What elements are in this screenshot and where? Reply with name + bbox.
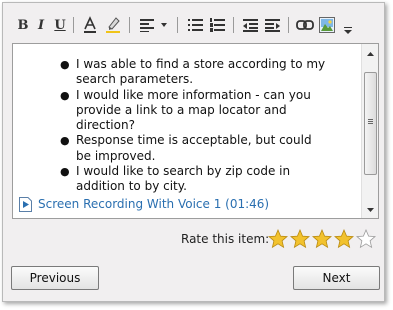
toolbar-separator	[177, 17, 178, 33]
outdent-button[interactable]	[241, 14, 259, 36]
numbered-list-icon	[209, 18, 225, 32]
scroll-thumb[interactable]	[364, 72, 377, 175]
bullet-dot: ●	[60, 58, 70, 71]
align-button[interactable]	[138, 14, 156, 36]
indent-button[interactable]	[263, 14, 281, 36]
highlight-icon	[106, 17, 120, 33]
scroll-up-arrow[interactable]	[362, 46, 378, 62]
recording-label[interactable]: Screen Recording With Voice 1 (01:46)	[38, 197, 269, 211]
play-recording-icon	[19, 196, 32, 212]
star-icon[interactable]	[268, 229, 288, 249]
font-color-icon	[84, 16, 96, 33]
star-icon[interactable]	[290, 229, 310, 249]
editor-panel: B I U ● I was able to find a store accor…	[2, 2, 385, 302]
editor-content: ● I was able to find a store according t…	[13, 44, 361, 218]
list-item: ● I was able to find a store according t…	[13, 57, 326, 88]
align-dropdown[interactable]	[159, 14, 169, 36]
toolbar-separator	[129, 17, 130, 33]
editor-scrollbar[interactable]	[361, 44, 378, 218]
image-icon	[319, 17, 335, 33]
toolbar-separator	[73, 17, 74, 33]
bullet-dot: ●	[60, 88, 70, 102]
list-item: ● Response time is acceptable, but could…	[13, 133, 326, 164]
bullet-text: I would like more information - can you …	[76, 87, 311, 133]
scroll-down-arrow[interactable]	[362, 202, 378, 218]
font-color-button[interactable]	[81, 14, 99, 36]
bullet-text: Response time is acceptable, but could b…	[76, 133, 312, 163]
highlight-button[interactable]	[104, 14, 122, 36]
bullet-dot: ●	[60, 134, 70, 148]
next-button[interactable]: Next	[293, 266, 380, 290]
star-icon[interactable]	[312, 229, 332, 249]
toolbar-separator	[288, 17, 289, 33]
indent-icon	[264, 19, 280, 32]
link-icon	[296, 20, 314, 30]
bullet-text: I would like to search by zip code in ad…	[76, 164, 291, 194]
bold-button[interactable]: B	[15, 14, 31, 36]
more-icon	[344, 27, 352, 34]
bullet-dot: ●	[60, 165, 70, 179]
bullet-list: ● I was able to find a store according t…	[13, 57, 326, 195]
italic-button[interactable]: I	[33, 14, 49, 36]
numbered-list-button[interactable]	[208, 14, 226, 36]
link-button[interactable]	[295, 14, 315, 36]
thumb-grip	[368, 121, 373, 122]
star-empty-icon[interactable]	[356, 229, 376, 249]
toolbar-separator	[233, 17, 234, 33]
list-item: ● I would like more information - can yo…	[13, 88, 326, 134]
outdent-icon	[242, 19, 258, 32]
arrow-down-icon	[366, 208, 374, 212]
more-options-button[interactable]	[341, 25, 355, 37]
thumb-grip	[368, 119, 373, 120]
insert-image-button[interactable]	[317, 14, 337, 36]
bullet-list-button[interactable]	[186, 14, 204, 36]
recording-link[interactable]: Screen Recording With Voice 1 (01:46)	[19, 196, 269, 212]
underline-button[interactable]: U	[52, 14, 68, 36]
rich-text-editor[interactable]: ● I was able to find a store according t…	[12, 43, 379, 219]
align-left-icon	[140, 19, 154, 32]
dropdown-arrow-icon	[161, 23, 167, 27]
rating-label: Rate this item:	[181, 232, 270, 246]
formatting-toolbar: B I U	[9, 9, 381, 41]
star-rating[interactable]	[268, 229, 378, 249]
previous-button[interactable]: Previous	[11, 266, 99, 290]
list-item: ● I would like to search by zip code in …	[13, 164, 326, 195]
arrow-up-icon	[366, 52, 374, 56]
thumb-grip	[368, 123, 373, 124]
bullet-list-icon	[187, 19, 203, 31]
bullet-text: I was able to find a store according to …	[76, 57, 326, 87]
star-icon[interactable]	[334, 229, 354, 249]
